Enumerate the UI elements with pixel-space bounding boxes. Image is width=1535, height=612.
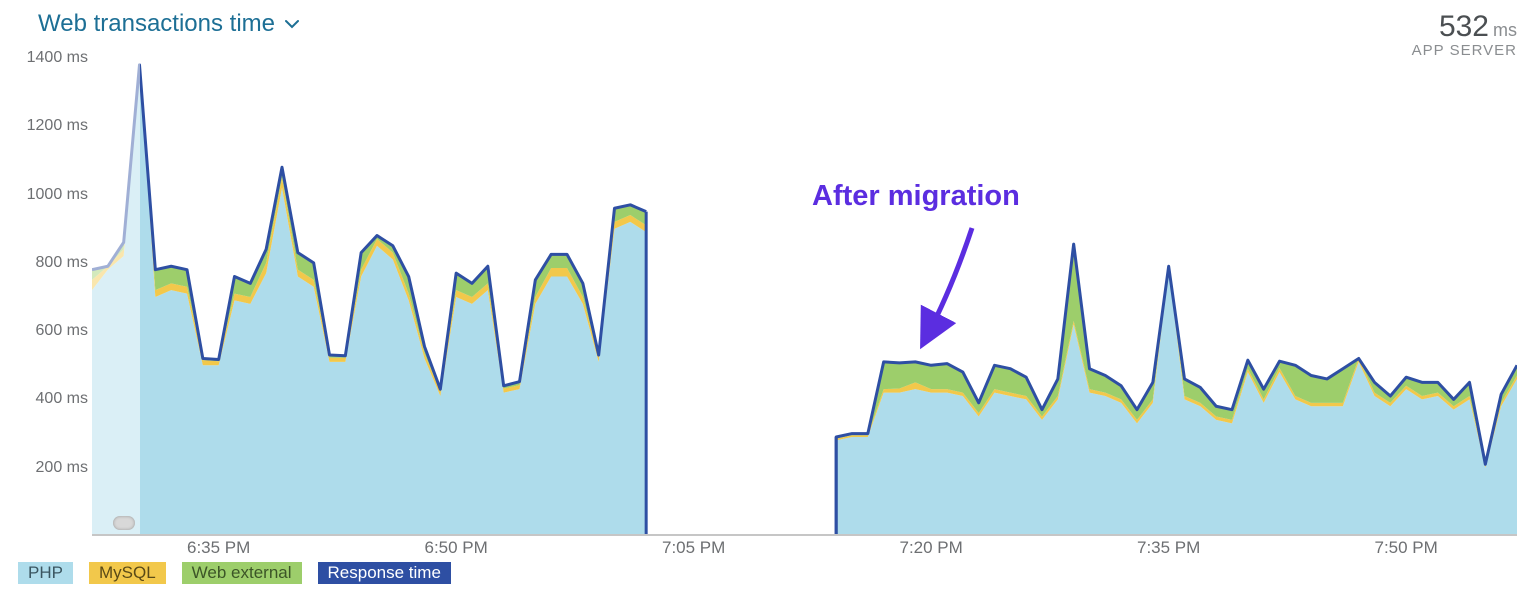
legend-swatch: MySQL xyxy=(89,562,166,584)
y-tick-label: 1200 ms xyxy=(27,117,88,135)
legend-item[interactable]: Response time xyxy=(318,562,451,584)
x-tick-label: 6:35 PM xyxy=(187,538,250,558)
annotation-arrow-icon xyxy=(912,218,992,358)
x-tick-label: 7:05 PM xyxy=(662,538,725,558)
legend-item[interactable]: MySQL xyxy=(89,562,166,584)
x-axis-line xyxy=(92,534,1517,536)
y-tick-label: 800 ms xyxy=(36,254,88,272)
stat-block: 532ms APP SERVER xyxy=(1412,10,1517,60)
plot-area[interactable] xyxy=(92,58,1517,536)
legend-swatch: PHP xyxy=(18,562,73,584)
y-tick-label: 200 ms xyxy=(36,459,88,477)
x-tick-label: 7:20 PM xyxy=(900,538,963,558)
legend-swatch: Response time xyxy=(318,562,451,584)
legend-item[interactable]: PHP xyxy=(18,562,73,584)
chevron-down-icon xyxy=(285,19,299,29)
x-axis: 6:35 PM 6:50 PM 7:05 PM 7:20 PM 7:35 PM 7:50 … xyxy=(92,538,1517,562)
time-range-handle[interactable] xyxy=(113,516,135,530)
stat-unit: ms xyxy=(1493,20,1517,40)
y-tick-label: 1400 ms xyxy=(27,49,88,67)
chart-title-dropdown[interactable]: Web transactions time xyxy=(38,10,299,38)
legend: PHP MySQL Web external Response time xyxy=(18,562,451,584)
y-tick-label: 600 ms xyxy=(36,322,88,340)
chart-header: Web transactions time 532ms APP SERVER xyxy=(0,0,1535,60)
x-tick-label: 7:50 PM xyxy=(1375,538,1438,558)
annotation-label: After migration xyxy=(812,180,1020,213)
y-tick-label: 400 ms xyxy=(36,390,88,408)
x-tick-label: 7:35 PM xyxy=(1137,538,1200,558)
x-tick-label: 6:50 PM xyxy=(425,538,488,558)
selection-fade xyxy=(92,58,140,536)
chart-container: Web transactions time 532ms APP SERVER 2… xyxy=(0,0,1535,612)
y-tick-label: 1000 ms xyxy=(27,186,88,204)
chart-area: 200 ms400 ms600 ms800 ms1000 ms1200 ms14… xyxy=(18,58,1517,536)
legend-swatch: Web external xyxy=(182,562,302,584)
stat-value: 532 xyxy=(1439,10,1489,43)
legend-item[interactable]: Web external xyxy=(182,562,302,584)
chart-title: Web transactions time xyxy=(38,10,275,38)
y-axis: 200 ms400 ms600 ms800 ms1000 ms1200 ms14… xyxy=(18,58,92,536)
